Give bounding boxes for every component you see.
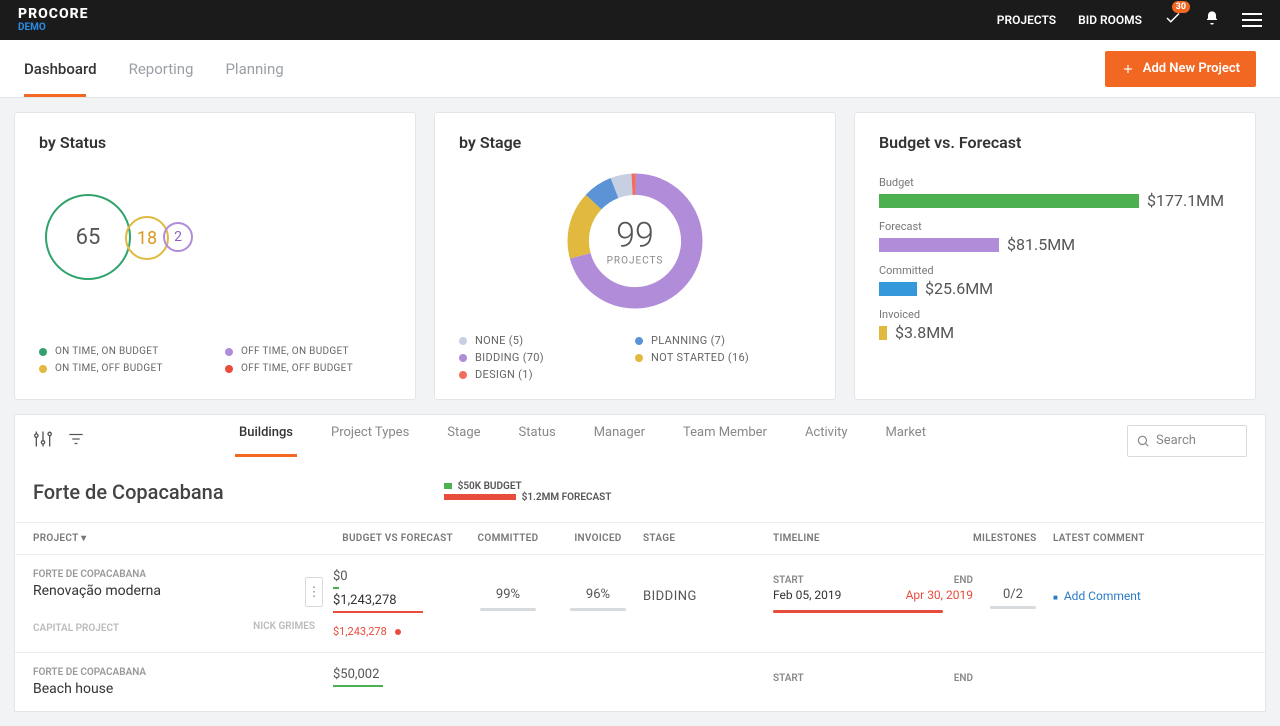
ftab-manager[interactable]: Manager — [594, 425, 645, 456]
ftab-buildings[interactable]: Buildings — [239, 425, 293, 456]
filter-tabs: Buildings Project Types Stage Status Man… — [239, 425, 926, 456]
plus-icon — [1121, 62, 1135, 76]
card-by-stage: by Stage 99 PROJECTS NONE (5) PLANNING (… — [434, 112, 836, 400]
tab-dashboard[interactable]: Dashboard — [24, 40, 97, 97]
row-invoiced: 96% — [553, 569, 643, 611]
legend-item: NONE (5) — [459, 334, 635, 347]
donut-label: PROJECTS — [607, 256, 664, 267]
add-project-button[interactable]: Add New Project — [1105, 51, 1256, 87]
brand-logo: PROCORE — [18, 7, 89, 21]
status-bubbles: 65 18 2 — [39, 176, 391, 296]
row-author: NICK GRIMES — [205, 621, 315, 632]
th-invoiced[interactable]: INVOICED — [553, 533, 643, 544]
add-comment-link[interactable]: Add Comment — [1053, 569, 1247, 603]
legend-item: NOT STARTED (16) — [635, 351, 811, 364]
card-by-status: by Status 65 18 2 ON TIME, ON BUDGET OFF… — [14, 112, 416, 400]
ftab-team[interactable]: Team Member — [683, 425, 767, 456]
search-icon — [1136, 434, 1150, 448]
row-category: FORTE DE COPACABANA — [33, 667, 333, 678]
bubble-on-time-on-budget[interactable]: 65 — [45, 194, 131, 280]
bubble-off-time-on-budget[interactable]: 2 — [163, 222, 193, 252]
bv-budget: Budget $177.1MM — [879, 176, 1231, 210]
row-milestones: 0/2 — [973, 569, 1053, 609]
filter-icon[interactable] — [67, 430, 85, 452]
card-budget-forecast: Budget vs. Forecast Budget $177.1MM Fore… — [854, 112, 1256, 400]
add-project-label: Add New Project — [1143, 61, 1240, 76]
th-project[interactable]: PROJECT ▾ — [33, 533, 333, 544]
legend-item: ON TIME, ON BUDGET — [39, 346, 205, 357]
legend-item: ON TIME, OFF BUDGET — [39, 363, 205, 374]
nav-projects[interactable]: PROJECTS — [997, 13, 1056, 27]
search-input[interactable]: Search — [1127, 425, 1247, 457]
row-name: Beach house — [33, 681, 333, 697]
main-tabs: Dashboard Reporting Planning — [24, 40, 284, 97]
ftab-project-types[interactable]: Project Types — [331, 425, 409, 456]
row-stage: BIDDING — [643, 569, 773, 604]
card-stage-title: by Stage — [459, 133, 811, 152]
filter-bar: Buildings Project Types Stage Status Man… — [14, 414, 1266, 466]
brand-sub: DEMO — [18, 23, 89, 33]
ftab-status[interactable]: Status — [519, 425, 556, 456]
bv-forecast: Forecast $81.5MM — [879, 220, 1231, 254]
donut-total: 99 — [607, 216, 664, 256]
donut-center: 99 PROJECTS — [607, 216, 664, 267]
row-bvf: $0 $1,243,278 $1,243,278 — [333, 569, 463, 638]
project-list-panel: Forte de Copacabana $50K BUDGET $1.2MM F… — [14, 466, 1266, 712]
legend-item: DESIGN (1) — [459, 368, 635, 381]
brand: PROCORE DEMO — [18, 7, 89, 33]
status-legend: ON TIME, ON BUDGET OFF TIME, ON BUDGET O… — [39, 346, 391, 374]
tab-planning[interactable]: Planning — [225, 40, 283, 97]
bv-committed: Committed $25.6MM — [879, 264, 1231, 298]
list-title: Forte de Copacabana — [33, 480, 224, 504]
legend-item: OFF TIME, OFF BUDGET — [225, 363, 391, 374]
legend-item: OFF TIME, ON BUDGET — [225, 346, 391, 357]
search-placeholder: Search — [1156, 433, 1196, 448]
tab-reporting[interactable]: Reporting — [129, 40, 194, 97]
menu-icon[interactable] — [1242, 13, 1262, 27]
top-links: PROJECTS BID ROOMS 30 — [997, 9, 1262, 31]
subnav: Dashboard Reporting Planning Add New Pro… — [0, 40, 1280, 98]
card-status-title: by Status — [39, 133, 391, 152]
card-budget-title: Budget vs. Forecast — [879, 133, 1231, 152]
ftab-market[interactable]: Market — [886, 425, 926, 456]
sliders-icon[interactable] — [33, 429, 53, 453]
cards-row: by Status 65 18 2 ON TIME, ON BUDGET OFF… — [0, 98, 1280, 414]
table-row[interactable]: FORTE DE COPACABANA Beach house $50,002 … — [15, 653, 1265, 711]
bv-invoiced: Invoiced $3.8MM — [879, 308, 1231, 342]
ftab-stage[interactable]: Stage — [447, 425, 480, 456]
table-row[interactable]: FORTE DE COPACABANA Renovação moderna CA… — [15, 555, 1265, 653]
bell-icon[interactable] — [1204, 10, 1220, 30]
th-committed[interactable]: COMMITTED — [463, 533, 553, 544]
table-header: PROJECT ▾ BUDGET VS FORECAST COMMITTED I… — [15, 522, 1265, 555]
th-stage[interactable]: STAGE — [643, 533, 773, 544]
stage-legend: NONE (5) PLANNING (7) BIDDING (70) NOT S… — [459, 334, 811, 381]
th-comment[interactable]: LATEST COMMENT — [1053, 533, 1247, 544]
row-timeline: STARTEND — [773, 667, 973, 684]
list-header: Forte de Copacabana $50K BUDGET $1.2MM F… — [15, 480, 1265, 522]
legend-item: PLANNING (7) — [635, 334, 811, 347]
chevron-down-icon: ▾ — [81, 533, 86, 544]
notif-badge: 30 — [1172, 1, 1190, 13]
legend-item: BIDDING (70) — [459, 351, 635, 364]
checkmark-icon[interactable]: 30 — [1164, 9, 1182, 31]
list-bfc-summary: $50K BUDGET $1.2MM FORECAST — [444, 481, 612, 503]
th-timeline[interactable]: TIMELINE — [773, 533, 973, 544]
donut-chart[interactable]: 99 PROJECTS — [459, 166, 811, 316]
th-milestones[interactable]: MILESTONES — [973, 533, 1053, 544]
nav-bidrooms[interactable]: BID ROOMS — [1078, 13, 1142, 27]
row-bvf: $50,002 — [333, 667, 463, 687]
th-bvf[interactable]: BUDGET VS FORECAST — [333, 533, 463, 544]
row-name: Renovação moderna — [33, 583, 333, 599]
topbar: PROCORE DEMO PROJECTS BID ROOMS 30 — [0, 0, 1280, 40]
ftab-activity[interactable]: Activity — [805, 425, 848, 456]
row-category: FORTE DE COPACABANA — [33, 569, 333, 580]
row-timeline: STARTEND Feb 05, 2019Apr 30, 2019 — [773, 569, 973, 613]
row-committed: 99% — [463, 569, 553, 611]
kebab-icon[interactable]: ⋮ — [305, 577, 323, 607]
